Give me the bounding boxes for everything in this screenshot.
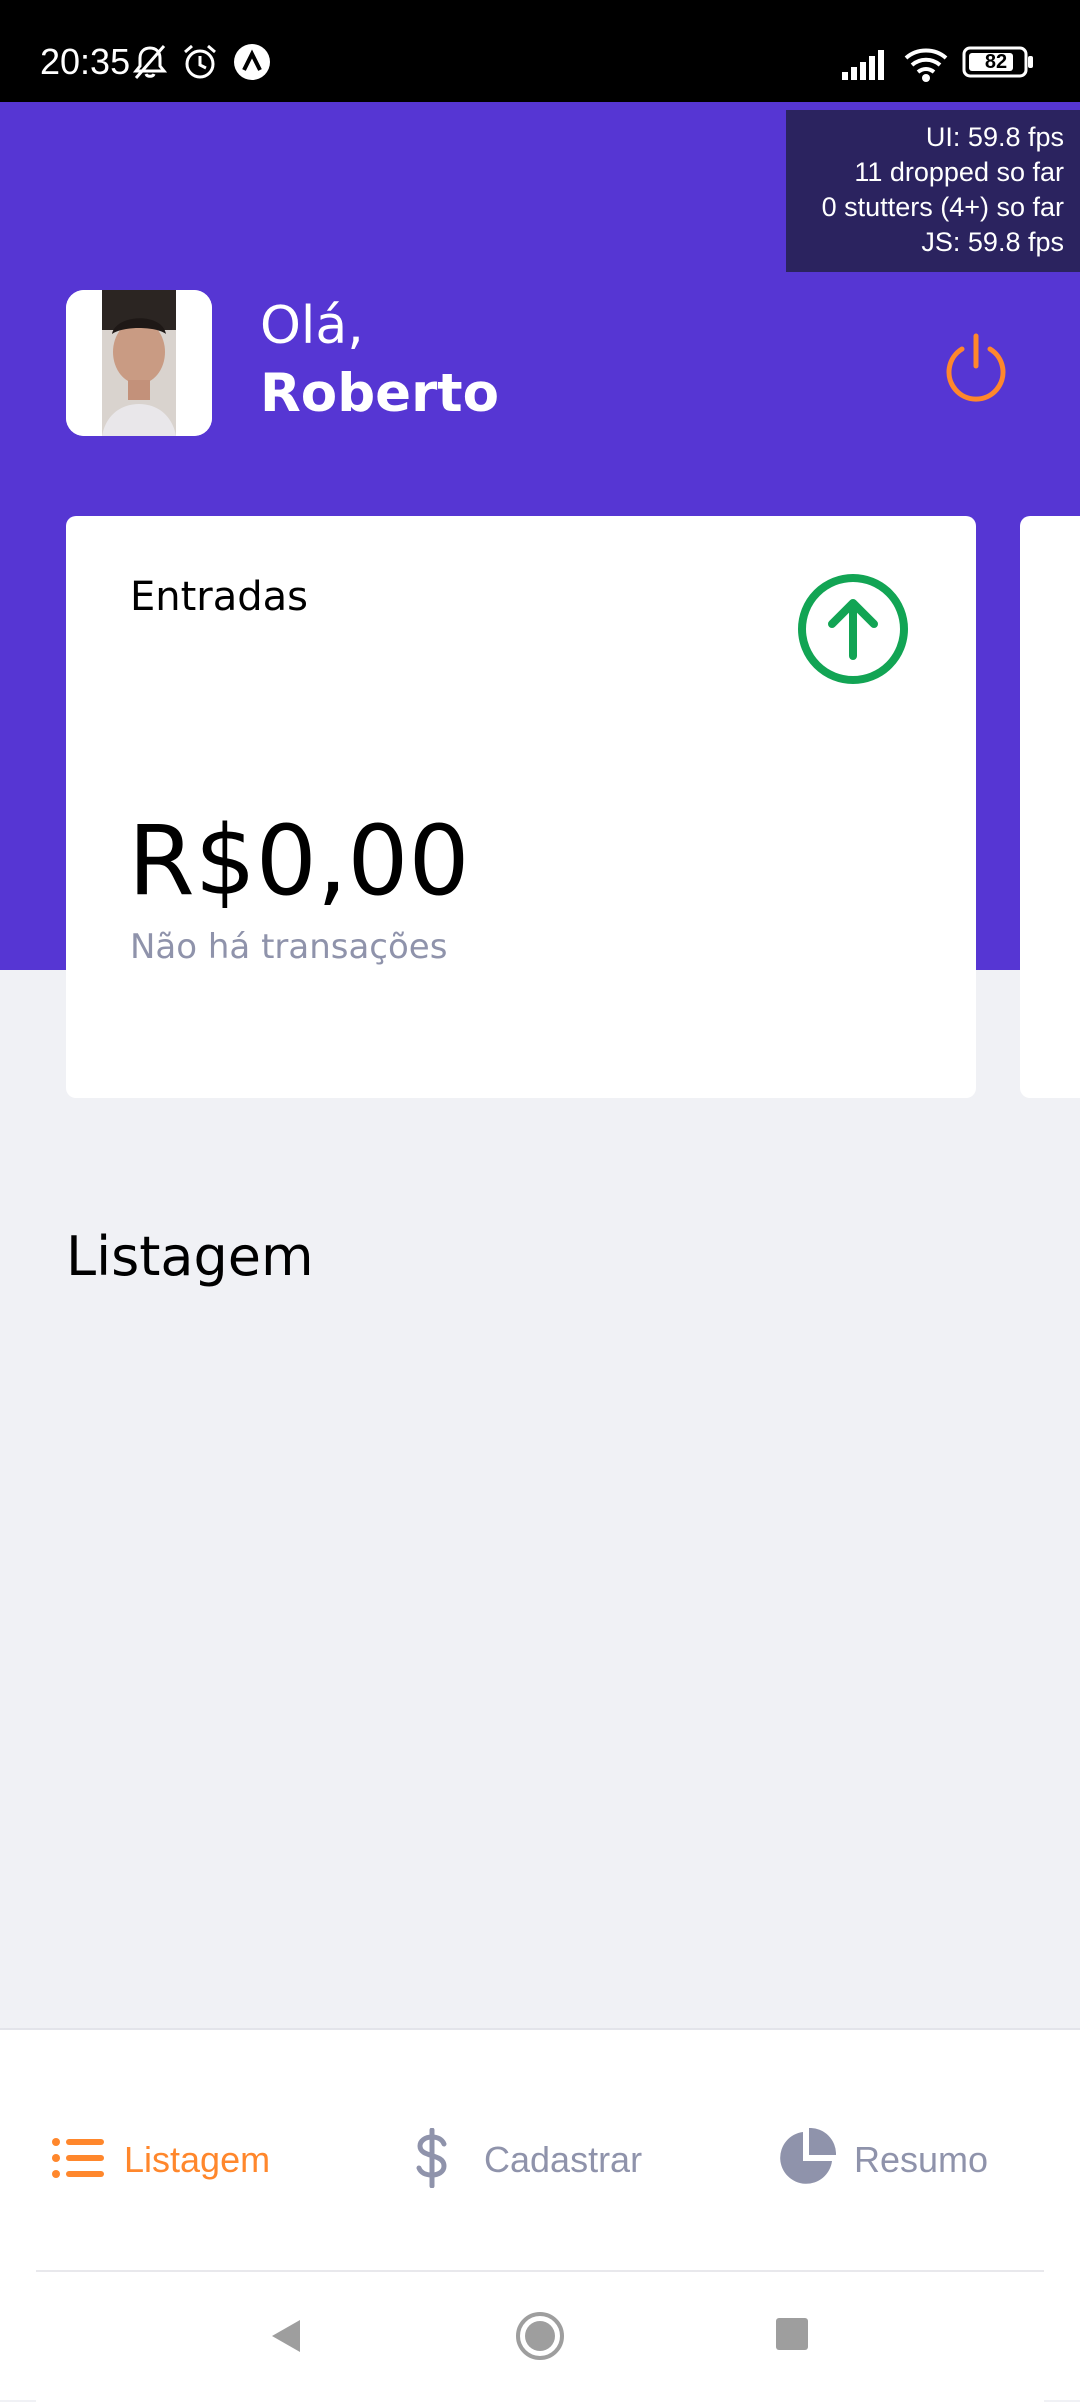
tab-label: Cadastrar (484, 2139, 643, 2180)
alarm-icon (180, 42, 220, 87)
perf-stutters: 0 stutters (4+) so far (821, 192, 1064, 222)
status-time: 20:35 (40, 41, 131, 82)
tab-bar: Listagem Cadastrar Resumo (0, 2028, 1080, 2272)
tab-cadastrar[interactable]: Cadastrar (412, 2127, 643, 2193)
income-card: Entradas R$0,00 Não há transações (66, 516, 976, 1098)
back-icon[interactable] (266, 2316, 306, 2361)
status-bar: 20:35 82 (0, 0, 1080, 102)
user-name: Roberto (260, 363, 499, 424)
perf-js-fps: JS: 59.8 fps (921, 227, 1064, 257)
mute-icon (130, 42, 170, 87)
perf-ui-fps: UI: 59.8 fps (925, 122, 1064, 152)
greeting: Olá, Roberto (260, 294, 499, 430)
list-icon (50, 2134, 106, 2187)
greeting-hello: Olá, (260, 296, 364, 356)
recents-icon[interactable] (774, 2316, 810, 2357)
battery-level: 82 (984, 51, 1008, 73)
perf-dropped: 11 dropped so far (854, 157, 1064, 187)
arrow-up-circle-icon (796, 572, 910, 691)
card-subtitle: Não há transações (130, 927, 448, 967)
signal-icon (840, 48, 890, 85)
tab-listagem[interactable]: Listagem (50, 2130, 270, 2190)
power-icon[interactable] (940, 332, 1012, 409)
next-card-peek[interactable] (1020, 516, 1080, 1098)
avatar (66, 290, 212, 436)
card-title: Entradas (130, 574, 309, 620)
wifi-icon (902, 44, 950, 87)
listing-title: Listagem (66, 1225, 314, 1288)
app-notification-icon (232, 42, 272, 87)
tab-resumo[interactable]: Resumo (776, 2127, 989, 2193)
system-nav-bar (36, 2270, 1044, 2402)
perf-monitor: UI: 59.8 fps 11 dropped so far 0 stutter… (786, 110, 1080, 272)
pie-chart-icon (776, 2127, 837, 2193)
dollar-icon (412, 2127, 452, 2193)
tab-label: Resumo (854, 2139, 989, 2180)
card-amount: R$0,00 (128, 805, 470, 917)
tab-label: Listagem (124, 2139, 271, 2180)
home-icon[interactable] (514, 2310, 566, 2367)
